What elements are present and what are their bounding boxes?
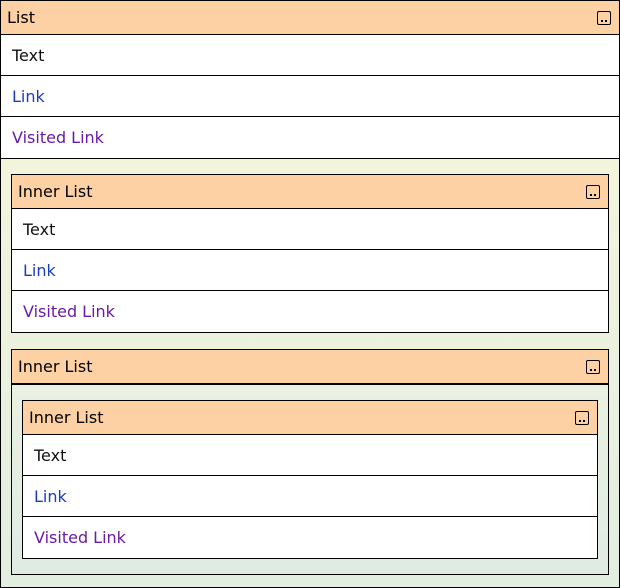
list-item-visited-link[interactable]: Visited Link — [1, 117, 619, 158]
inner-list-1: Inner List Text Link Visited Link — [11, 174, 609, 333]
ellipsis-menu-icon[interactable] — [586, 184, 600, 199]
inner-list-header: Inner List — [12, 350, 608, 384]
inner-list-title: Inner List — [29, 408, 104, 427]
ellipsis-menu-icon[interactable] — [575, 410, 589, 425]
list-item-text: Text — [12, 209, 608, 250]
list-title: List — [7, 8, 35, 27]
inner-list-header: Inner List — [23, 401, 597, 435]
nested-lists-area: Inner List Text Link Visited Link Inner … — [1, 158, 619, 587]
inner-list-3: Inner List Text Link Visited Link — [22, 400, 598, 559]
nested-lists-area: Inner List Text Link Visited Link — [12, 384, 608, 574]
inner-list-2: Inner List Inner List Text Link Visited … — [11, 349, 609, 575]
list-item-link[interactable]: Link — [1, 76, 619, 117]
list-rows: Text Link Visited Link — [1, 35, 619, 158]
inner-list-rows: Text Link Visited Link — [23, 435, 597, 558]
list-item-link[interactable]: Link — [23, 476, 597, 517]
inner-list-rows: Text Link Visited Link — [12, 209, 608, 332]
list-item-text: Text — [1, 35, 619, 76]
list-item-link[interactable]: Link — [12, 250, 608, 291]
list-item-visited-link[interactable]: Visited Link — [23, 517, 597, 558]
list-root: List Text Link Visited Link Inner List T… — [0, 0, 620, 588]
list-item-text: Text — [23, 435, 597, 476]
ellipsis-menu-icon[interactable] — [597, 10, 611, 25]
inner-list-title: Inner List — [18, 182, 93, 201]
list-header: List — [1, 1, 619, 35]
inner-list-header: Inner List — [12, 175, 608, 209]
inner-list-title: Inner List — [18, 357, 93, 376]
ellipsis-menu-icon[interactable] — [586, 359, 600, 374]
list-item-visited-link[interactable]: Visited Link — [12, 291, 608, 332]
